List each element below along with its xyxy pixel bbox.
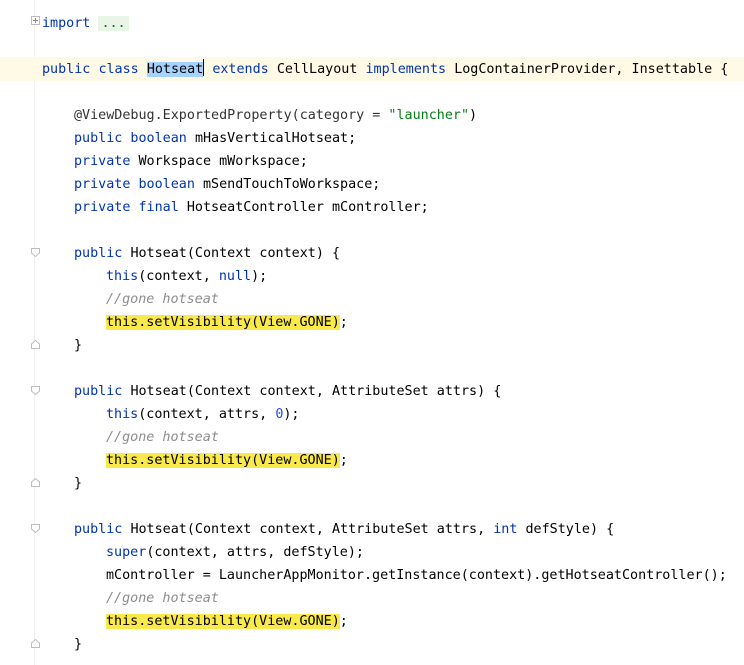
punctuation: ; xyxy=(339,315,348,330)
keyword: public xyxy=(74,246,123,261)
code-line-statement[interactable]: this(context, null); xyxy=(106,265,267,288)
keyword: public xyxy=(74,384,123,399)
code-line-statement[interactable]: this.setVisibility(View.GONE); xyxy=(106,449,348,472)
code-line-close-brace[interactable]: } xyxy=(74,472,82,495)
arguments: (context, xyxy=(138,269,219,284)
keyword: private xyxy=(74,154,131,169)
signature: defStyle) { xyxy=(517,522,615,537)
identifier: LogContainerProvider, Insettable { xyxy=(454,62,729,77)
code-line-close-brace[interactable]: } xyxy=(74,633,82,656)
code-line-statement[interactable]: mController = LauncherAppMonitor.getInst… xyxy=(106,564,727,587)
fold-collapse-icon[interactable] xyxy=(31,524,40,533)
code-line-field[interactable]: private boolean mSendTouchToWorkspace; xyxy=(74,173,380,196)
punctuation: ); xyxy=(283,407,300,422)
code-line-constructor[interactable]: public Hotseat(Context context) { xyxy=(74,242,340,265)
code-line-comment[interactable]: //gone hotseat xyxy=(106,426,219,449)
comment: //gone hotseat xyxy=(106,292,219,307)
keyword: null xyxy=(218,269,252,284)
highlighted-code: this.setVisibility(View.GONE) xyxy=(106,453,340,468)
code-line-field[interactable]: private final HotseatController mControl… xyxy=(74,196,429,219)
fold-collapse-icon[interactable] xyxy=(31,248,40,257)
code-line-comment[interactable]: //gone hotseat xyxy=(106,288,219,311)
comment: //gone hotseat xyxy=(106,430,219,445)
keyword: private boolean xyxy=(74,177,195,192)
code-line-statement[interactable]: this.setVisibility(View.GONE); xyxy=(106,311,348,334)
editor-gutter[interactable] xyxy=(0,0,38,665)
comment: //gone hotseat xyxy=(106,591,219,606)
punctuation: ) xyxy=(469,108,478,123)
fold-end-icon[interactable] xyxy=(31,478,40,487)
highlighted-code: this.setVisibility(View.GONE) xyxy=(106,614,340,629)
arguments: (context, attrs, xyxy=(138,407,276,422)
code-line-statement[interactable]: this.setVisibility(View.GONE); xyxy=(106,610,348,633)
identifier: mSendTouchToWorkspace; xyxy=(203,177,381,192)
code-line-constructor[interactable]: public Hotseat(Context context, Attribut… xyxy=(74,380,501,403)
identifier: HotseatController mController; xyxy=(186,200,429,215)
code-line-statement[interactable]: super(context, attrs, defStyle); xyxy=(106,541,364,564)
keyword: this xyxy=(106,269,139,284)
signature: Hotseat(Context context, AttributeSet at… xyxy=(130,522,494,537)
code-line-annotation[interactable]: @ViewDebug.ExportedProperty(category = "… xyxy=(74,104,477,127)
code-editor[interactable]: import ... public class Hotseat extends … xyxy=(0,0,744,665)
keyword: private final xyxy=(74,200,179,215)
code-line-constructor[interactable]: public Hotseat(Context context, Attribut… xyxy=(74,518,614,541)
signature: Hotseat(Context context) { xyxy=(130,246,341,261)
code-line-statement[interactable]: this(context, attrs, 0); xyxy=(106,403,300,426)
punctuation: ; xyxy=(339,614,348,629)
brace: } xyxy=(74,476,83,491)
identifier: CellLayout xyxy=(276,62,358,77)
selected-identifier[interactable]: Hotseat xyxy=(146,62,204,77)
signature: Hotseat(Context context, AttributeSet at… xyxy=(130,384,502,399)
keyword: class xyxy=(98,62,139,77)
highlighted-code: this.setVisibility(View.GONE) xyxy=(106,315,340,330)
keyword: implements xyxy=(365,62,447,77)
string-literal: "launcher" xyxy=(388,108,470,123)
fold-end-icon[interactable] xyxy=(31,639,40,648)
code-line-field[interactable]: private Workspace mWorkspace; xyxy=(74,150,308,173)
keyword: public xyxy=(74,522,123,537)
fold-collapse-icon[interactable] xyxy=(31,386,40,395)
identifier: Workspace mWorkspace; xyxy=(138,154,308,169)
code-line-close-brace[interactable]: } xyxy=(74,334,82,357)
keyword: public boolean xyxy=(74,131,187,146)
code-line-comment[interactable]: //gone hotseat xyxy=(106,587,219,610)
keyword: int xyxy=(493,522,518,537)
identifier: mHasVerticalHotseat; xyxy=(194,131,357,146)
code-line-class-declaration[interactable]: public class Hotseat extends CellLayout … xyxy=(42,58,728,81)
annotation: @ViewDebug.ExportedProperty(category = xyxy=(74,108,389,123)
keyword: this xyxy=(106,407,139,422)
keyword: super xyxy=(106,545,147,560)
code-line-field[interactable]: public boolean mHasVerticalHotseat; xyxy=(74,127,356,150)
brace: } xyxy=(74,338,83,353)
keyword: extends xyxy=(212,62,269,77)
fold-expand-icon[interactable] xyxy=(31,16,40,25)
statement: mController = LauncherAppMonitor.getInst… xyxy=(106,568,727,583)
arguments: (context, attrs, defStyle); xyxy=(146,545,364,560)
keyword: import xyxy=(42,16,91,31)
code-line-import[interactable]: import ... xyxy=(42,12,129,35)
folded-imports[interactable]: ... xyxy=(98,16,129,31)
fold-end-icon[interactable] xyxy=(31,340,40,349)
keyword: public xyxy=(42,62,91,77)
punctuation: ; xyxy=(339,453,348,468)
text-cursor xyxy=(203,59,205,76)
punctuation: ); xyxy=(251,269,268,284)
brace: } xyxy=(74,637,83,652)
gutter-divider xyxy=(34,0,35,665)
